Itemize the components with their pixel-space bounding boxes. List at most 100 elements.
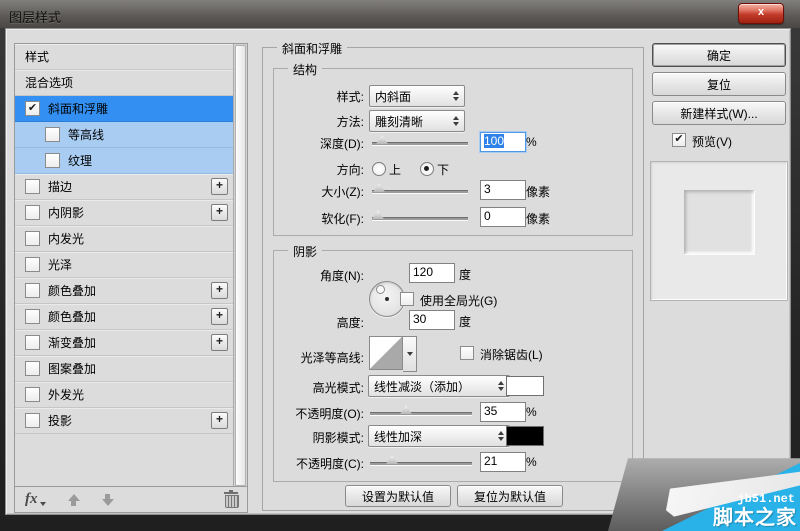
angle-input[interactable]: 120 [409, 263, 455, 283]
sidebar-item-14[interactable]: 投影 + [15, 408, 234, 434]
highlight-mode-label: 高光模式: [312, 381, 364, 395]
shadow-mode-label: 阴影模式: [312, 431, 364, 445]
sidebar-item-2[interactable]: ✔ 斜面和浮雕 [15, 96, 234, 122]
shadow-color-swatch[interactable] [506, 426, 544, 446]
down-arrow-icon [101, 498, 114, 506]
effect-checkbox[interactable]: ✔ [25, 101, 40, 116]
panel-title: 斜面和浮雕 [277, 40, 348, 57]
effect-checkbox[interactable] [45, 153, 60, 168]
scrollbar-thumb[interactable] [235, 45, 246, 486]
depth-label: 深度(D): [320, 137, 364, 151]
shadow-opacity-input[interactable]: 21 [480, 452, 526, 472]
effect-checkbox[interactable] [25, 361, 40, 376]
anti-alias-checkbox[interactable] [460, 346, 474, 360]
delete-effect-button[interactable] [224, 489, 239, 508]
global-light-checkbox[interactable] [400, 292, 414, 306]
styles-scrollbar[interactable] [233, 44, 247, 487]
slider-thumb[interactable] [386, 455, 398, 464]
preview-checkbox[interactable]: ✔ [672, 133, 686, 147]
depth-slider[interactable] [372, 135, 468, 146]
sidebar-item-1[interactable]: 混合选项 [15, 70, 234, 96]
altitude-input[interactable]: 30 [409, 310, 455, 330]
move-up-button[interactable] [67, 493, 80, 506]
depth-unit: % [526, 135, 537, 149]
sidebar-item-3[interactable]: 等高线 [15, 122, 234, 148]
add-effect-button[interactable]: + [211, 178, 228, 195]
angle-unit: 度 [459, 268, 472, 282]
effect-checkbox[interactable] [25, 179, 40, 194]
add-effect-button[interactable]: + [211, 282, 228, 299]
sidebar-item-label: 图案叠加 [48, 362, 97, 376]
sidebar-item-label: 颜色叠加 [48, 310, 97, 324]
style-select[interactable]: 内斜面 [369, 85, 465, 107]
size-input[interactable]: 3 [480, 180, 526, 200]
sidebar-item-7[interactable]: 内发光 [15, 226, 234, 252]
ok-button[interactable]: 确定 [652, 43, 786, 67]
contour-dropdown-button[interactable] [403, 336, 417, 372]
effect-checkbox[interactable] [25, 231, 40, 246]
slider-thumb[interactable] [373, 183, 385, 192]
direction-radio-down[interactable] [420, 162, 434, 176]
size-slider[interactable] [372, 183, 468, 194]
global-light-label: 使用全局光(G) [420, 294, 498, 308]
effect-checkbox[interactable] [25, 283, 40, 298]
sidebar-item-9[interactable]: 颜色叠加 + [15, 278, 234, 304]
make-default-button[interactable]: 设置为默认值 [345, 485, 451, 507]
sidebar-item-8[interactable]: 光泽 [15, 252, 234, 278]
reset-button[interactable]: 复位 [652, 72, 786, 96]
sidebar-item-11[interactable]: 渐变叠加 + [15, 330, 234, 356]
effect-checkbox[interactable] [45, 127, 60, 142]
chevron-updown-icon [498, 431, 504, 441]
highlight-opacity-slider[interactable] [370, 405, 472, 416]
effect-checkbox[interactable] [25, 335, 40, 350]
shadow-opacity-slider[interactable] [370, 455, 472, 466]
technique-select[interactable]: 雕刻清晰 [369, 110, 465, 132]
direction-radio-up[interactable] [372, 162, 386, 176]
sidebar-item-6[interactable]: 内阴影 + [15, 200, 234, 226]
highlight-opacity-input[interactable]: 35 [480, 402, 526, 422]
add-effect-button[interactable]: + [211, 412, 228, 429]
highlight-color-swatch[interactable] [506, 376, 544, 396]
add-effect-button[interactable]: + [211, 334, 228, 351]
gloss-contour-thumbnail[interactable] [369, 336, 403, 370]
sidebar-item-0[interactable]: 样式 [15, 44, 234, 70]
add-effect-button[interactable]: + [211, 308, 228, 325]
soften-slider[interactable] [372, 210, 468, 221]
angle-marker-icon [376, 285, 385, 294]
technique-label: 方法: [336, 115, 364, 129]
size-label: 大小(Z): [321, 185, 364, 199]
move-down-button[interactable] [101, 493, 114, 506]
structure-legend: 结构 [288, 61, 323, 78]
window-titlebar: 图层样式 x [0, 0, 800, 28]
fx-menu-button[interactable]: fx [25, 491, 38, 508]
effect-checkbox[interactable] [25, 257, 40, 272]
sidebar-item-label: 斜面和浮雕 [48, 102, 109, 116]
effect-checkbox[interactable] [25, 205, 40, 220]
close-button[interactable]: x [738, 3, 784, 24]
new-style-button[interactable]: 新建样式(W)... [652, 101, 786, 125]
sidebar-item-4[interactable]: 纹理 [15, 148, 234, 174]
highlight-opacity-unit: % [526, 405, 537, 419]
depth-input[interactable]: 100 [480, 132, 526, 152]
sidebar-item-5[interactable]: 描边 + [15, 174, 234, 200]
effect-checkbox[interactable] [25, 413, 40, 428]
sidebar-item-label: 颜色叠加 [48, 284, 97, 298]
soften-input[interactable]: 0 [480, 207, 526, 227]
window-title: 图层样式 [9, 10, 62, 25]
slider-thumb[interactable] [372, 210, 384, 219]
reset-default-button[interactable]: 复位为默认值 [457, 485, 563, 507]
highlight-mode-select[interactable]: 线性减淡（添加） [368, 375, 510, 397]
slider-thumb[interactable] [400, 405, 412, 414]
sidebar-item-label: 光泽 [48, 258, 73, 272]
add-effect-button[interactable]: + [211, 204, 228, 221]
sidebar-item-label: 投影 [48, 414, 73, 428]
shadow-mode-select[interactable]: 线性加深 [368, 425, 510, 447]
shading-legend: 阴影 [288, 243, 323, 260]
effect-checkbox[interactable] [25, 309, 40, 324]
effect-checkbox[interactable] [25, 387, 40, 402]
slider-thumb[interactable] [376, 135, 388, 144]
fx-caret-icon [39, 501, 46, 506]
sidebar-item-12[interactable]: 图案叠加 [15, 356, 234, 382]
sidebar-item-13[interactable]: 外发光 [15, 382, 234, 408]
sidebar-item-10[interactable]: 颜色叠加 + [15, 304, 234, 330]
